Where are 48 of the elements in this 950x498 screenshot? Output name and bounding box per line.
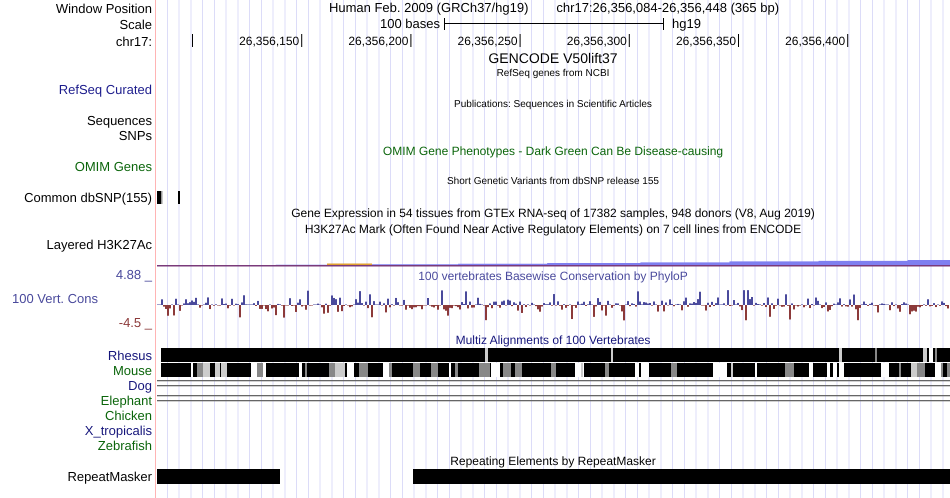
ruler-tick [410,34,412,47]
row-label: Scale [119,16,152,32]
ruler-tick [301,34,302,47]
axis-max-label: 4.88 _ [116,267,152,282]
track-title: GENCODE V50lift37 [488,50,618,66]
ruler-label: 26,356,200 [348,34,408,48]
track-label: X_tropicalis [84,423,152,438]
track-label: RefSeq Curated [58,82,152,97]
track-label: OMIM Genes [74,159,152,174]
track-label: SNPs [118,128,152,143]
track-label: RepeatMasker [67,469,152,484]
ruler-label: 26,356,300 [566,34,627,48]
track-label: Elephant [100,393,152,408]
track-label: Rhesus [108,348,152,363]
database-name: hg19 [672,16,701,32]
track-title: Short Genetic Variants from dbSNP release 155 [447,175,659,189]
track-title: Multiz Alignments of 100 Vertebrates [456,332,650,348]
ruler-tick [520,34,521,47]
track-title: Publications: Sequences in Scientific Articles [454,98,652,112]
track-label: Dog [128,378,152,393]
ruler-label: 26,356,150 [239,34,300,48]
track-label: Sequences [86,113,152,128]
track-title: Gene Expression in 54 tissues from GTEx RNA-seq of 17382 samples, 948 donors (V8, Aug 2019) [291,206,815,220]
assembly-name: Human Feb. 2009 (GRCh37/hg19) [328,0,528,16]
ruler-label: 26,356,250 [458,34,518,48]
ruler-tick [628,34,630,47]
axis-min-label: -4.5 _ [118,315,152,330]
ruler-tick [738,34,739,47]
track-title: OMIM Gene Phenotypes - Dark Green Can Be Disease-causing [382,144,724,158]
ruler-label: 26,356,400 [785,34,846,48]
track-title: RefSeq genes from NCBI [496,67,610,81]
track-title: Repeating Elements by RepeatMasker [450,454,656,468]
track-label: Mouse [112,363,152,378]
track-label: Layered H3K27Ac [46,237,152,252]
track-label: 100 Vert. Cons [11,291,98,306]
scale-text: 100 bases [379,16,440,32]
track-title: 100 vertebrates Basewise Conservation by PhyloP [418,269,688,284]
ruler-tick [192,34,193,47]
track-title: H3K27Ac Mark (Often Found Near Active Regulatory Elements) on 7 cell lines from ENCODE [304,222,802,236]
ruler-label: 26,356,350 [676,34,736,48]
track-label: Chicken [105,408,152,423]
snp-marks [156,191,180,204]
track-label: Zebrafish [98,438,152,453]
position-text: chr17:26,356,084-26,356,448 (365 bp) [556,0,780,16]
chromosome-label: chr17: [116,34,152,48]
ruler-tick [847,34,848,47]
track-label: Common dbSNP(155) [24,190,152,205]
row-label: Window Position [56,0,152,16]
